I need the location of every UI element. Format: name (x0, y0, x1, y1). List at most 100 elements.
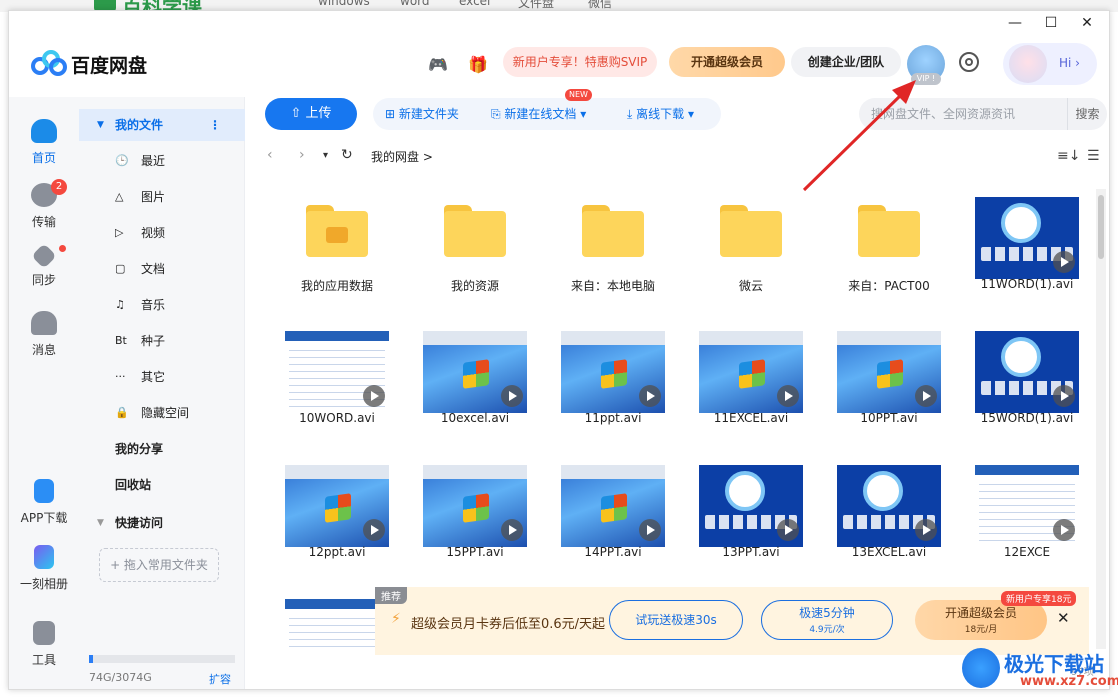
user-avatar[interactable]: VIP ! (907, 45, 945, 85)
minimize-button[interactable]: — (1007, 15, 1023, 31)
file-name: 11EXCEL.avi (713, 411, 789, 425)
history-dropdown-icon[interactable]: ▾ (323, 150, 328, 161)
watermark-logo-icon (962, 648, 1000, 688)
nav-messages[interactable]: 消息 (9, 311, 79, 358)
folder-item[interactable]: 我的资源 (413, 181, 537, 301)
trial-speed-button[interactable]: 试玩送极速30s (609, 600, 743, 640)
cloud-icon (31, 119, 57, 143)
banner-close-icon[interactable]: ✕ (1057, 609, 1070, 627)
nav-sync[interactable]: 同步 (9, 243, 79, 288)
play-icon (1053, 251, 1075, 273)
more-icon[interactable]: ⋮ (209, 109, 221, 141)
video-file-item[interactable]: 12EXCE (965, 449, 1089, 569)
tree-recent[interactable]: 🕒 最近 (79, 145, 245, 177)
list-view-icon[interactable]: ☰ (1087, 148, 1100, 164)
video-file-item[interactable]: 13EXCEL.avi (827, 449, 951, 569)
tree-music[interactable]: ♫ 音乐 (79, 289, 245, 321)
refresh-icon[interactable]: ↻ (341, 147, 353, 163)
video-thumbnail (699, 331, 803, 413)
promo-banner: 推荐 ⚡ 超级会员月卡券后低至0.6元/天起 试玩送极速30s 极速5分钟 4.… (375, 587, 1089, 655)
search-button[interactable]: 搜索 (1067, 98, 1107, 130)
nav-transfer[interactable]: 2 传输 (9, 179, 79, 230)
sort-icon[interactable]: ≡↓ (1057, 148, 1080, 164)
file-name: 11ppt.avi (584, 411, 642, 425)
game-icon[interactable]: 🎮 (427, 54, 449, 76)
maximize-button[interactable]: ☐ (1043, 15, 1059, 31)
folder-item[interactable]: 我的应用数据 (275, 181, 399, 301)
video-file-item[interactable]: 15WORD(1).avi (965, 315, 1089, 435)
tree-quick-access[interactable]: ▼ 快捷访问 (79, 507, 245, 539)
contacts-icon (31, 311, 57, 335)
open-vip-button[interactable]: 开通超级会员 (669, 47, 785, 77)
left-nav: 首页 2 传输 同步 消息 APP下载 一刻相册 工具 (9, 97, 79, 689)
svip-promo-button[interactable]: 新用户专享！特惠购SVIP (503, 47, 657, 77)
play-icon (1053, 385, 1075, 407)
speed-5min-button[interactable]: 极速5分钟 4.9元/次 (761, 600, 893, 640)
lightning-icon: ⚡ (391, 611, 401, 627)
video-thumbnail (975, 465, 1079, 547)
nav-label: APP下载 (20, 511, 68, 525)
forward-icon[interactable]: › (299, 147, 305, 163)
nav-app-download[interactable]: APP下载 (9, 479, 79, 526)
folder-icon (444, 205, 506, 257)
banner-vip-button[interactable]: 开通超级会员 18元/月 (915, 600, 1047, 640)
video-file-item[interactable]: 13PPT.avi (689, 449, 813, 569)
folder-item[interactable]: 来自：PACT00 (827, 181, 951, 301)
video-file-item[interactable]: 15PPT.avi (413, 449, 537, 569)
nav-album[interactable]: 一刻相册 (9, 545, 79, 592)
tree-torrents[interactable]: Bt 种子 (79, 325, 245, 357)
file-name: 来自：本地电脑 (570, 279, 655, 293)
video-file-item[interactable]: 11EXCEL.avi (689, 315, 813, 435)
video-file-item[interactable]: 11ppt.avi (551, 315, 675, 435)
video-thumbnail (285, 599, 389, 649)
back-icon[interactable]: ‹ (267, 147, 273, 163)
folder-item[interactable]: 微云 (689, 181, 813, 301)
tree-videos[interactable]: ▷ 视频 (79, 217, 245, 249)
scrollbar-thumb[interactable] (1098, 195, 1104, 259)
video-file-item[interactable]: 12ppt.avi (275, 449, 399, 569)
create-team-button[interactable]: 创建企业/团队 (791, 47, 901, 77)
search-box[interactable]: 搜网盘文件、全网资源资讯 搜索 (859, 98, 1107, 130)
video-file-item[interactable]: 14PPT.avi (551, 449, 675, 569)
tree-images[interactable]: △ 图片 (79, 181, 245, 213)
gift-icon[interactable]: 🎁 (467, 54, 489, 76)
nav-home[interactable]: 首页 (9, 119, 79, 166)
phone-icon (34, 479, 54, 503)
video-thumbnail (699, 465, 803, 547)
assistant-button[interactable]: Hi › (1003, 43, 1097, 85)
file-name: 我的应用数据 (300, 279, 373, 293)
tree-my-files[interactable]: ▼ 我的文件 ⋮ (79, 109, 245, 141)
tree-recycle-bin[interactable]: 回收站 (79, 469, 245, 501)
video-file-item[interactable]: 10PPT.avi (827, 315, 951, 435)
offline-download-label: 离线下载 (636, 107, 685, 121)
new-folder-button[interactable]: ⊞ 新建文件夹 (385, 98, 459, 130)
settings-icon[interactable] (959, 52, 979, 72)
video-thumbnail (837, 331, 941, 413)
storage-quota-bar (89, 655, 235, 663)
vertical-scrollbar[interactable] (1096, 189, 1106, 649)
recommend-tag: 推荐 (375, 587, 407, 604)
nav-label: 传输 (31, 215, 56, 229)
background-tab: excel (459, 0, 491, 8)
folder-item[interactable]: 来自：本地电脑 (551, 181, 675, 301)
new-tag: NEW (565, 89, 592, 101)
tree-label: 我的分享 (115, 442, 164, 456)
nav-tools[interactable]: 工具 (9, 621, 79, 668)
tree-docs[interactable]: ▢ 文档 (79, 253, 245, 285)
close-button[interactable]: ✕ (1079, 15, 1095, 31)
tree-my-share[interactable]: 我的分享 (79, 433, 245, 465)
breadcrumb[interactable]: 我的网盘 > (371, 148, 433, 165)
new-online-doc-button[interactable]: ⎘ 新建在线文档 ▾ (491, 98, 586, 130)
banner-vip-label: 开通超级会员 (944, 606, 1017, 620)
play-icon (363, 519, 385, 541)
expand-storage-link[interactable]: 扩容 (209, 671, 231, 687)
video-file-item[interactable]: 10excel.avi (413, 315, 537, 435)
tree-hidden-space[interactable]: 🔒 隐藏空间 (79, 397, 245, 429)
tree-other[interactable]: ··· 其它 (79, 361, 245, 393)
pin-folder-dropzone[interactable]: + 拖入常用文件夹 (99, 548, 219, 582)
video-file-item[interactable]: 10WORD.avi (275, 315, 399, 435)
upload-button[interactable]: ⇧ 上传 (265, 98, 357, 130)
offline-download-button[interactable]: ⤓ 离线下载 ▾ (627, 98, 694, 130)
header: 百度网盘 🎮 🎁 新用户专享！特惠购SVIP 开通超级会员 创建企业/团队 VI… (9, 39, 1109, 97)
video-file-item[interactable]: 11WORD(1).avi (965, 181, 1089, 301)
